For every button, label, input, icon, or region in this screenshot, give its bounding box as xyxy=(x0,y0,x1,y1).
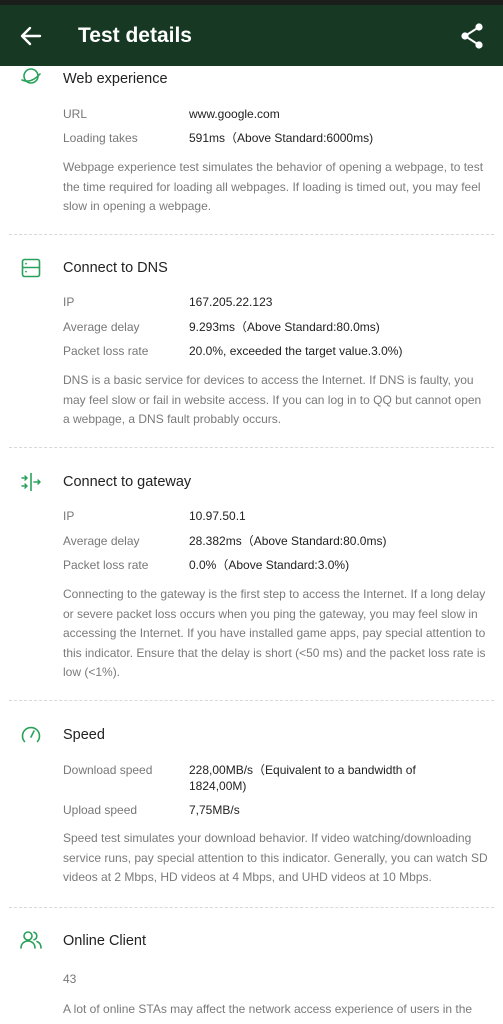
loading-value: 591ms（Above Standard:6000ms) xyxy=(189,131,374,145)
page-title: Test details xyxy=(78,24,192,47)
average-delay-label: Average delay xyxy=(63,534,140,548)
url-value: www.google.com xyxy=(189,107,280,121)
section-description: Speed test simulates your download behav… xyxy=(63,831,488,884)
packet-loss-value: 20.0%, exceeded the target value.3.0%) xyxy=(189,344,403,358)
share-icon[interactable] xyxy=(459,22,485,50)
section-title: Web experience xyxy=(63,71,168,87)
speedometer-icon xyxy=(21,726,41,743)
section-title: Connect to DNS xyxy=(63,260,168,276)
average-delay-value: 9.293ms（Above Standard:80.0ms) xyxy=(189,320,380,334)
ip-label: IP xyxy=(63,295,75,309)
details-list[interactable]: Web experience URL www.google.com Loadin… xyxy=(0,66,503,1024)
packet-loss-label: Packet loss rate xyxy=(63,344,149,358)
download-speed-value: 228,00MB/s（Equivalent to a bandwidth of … xyxy=(189,763,416,793)
ip-label: IP xyxy=(63,509,75,523)
server-icon xyxy=(21,258,41,278)
client-count: 43 xyxy=(63,972,77,986)
section-title: Online Client xyxy=(63,933,147,949)
divider xyxy=(9,907,494,908)
packet-loss-label: Packet loss rate xyxy=(63,558,149,572)
section-title: Speed xyxy=(63,727,105,743)
divider xyxy=(9,447,494,448)
ip-value: 10.97.50.1 xyxy=(189,509,246,523)
section-title: Connect to gateway xyxy=(63,474,192,490)
section-description: Connecting to the gateway is the first s… xyxy=(63,587,486,679)
average-delay-value: 28.382ms（Above Standard:80.0ms) xyxy=(189,534,387,548)
divider xyxy=(9,700,494,701)
section-description: DNS is a basic service for devices to ac… xyxy=(63,373,482,426)
upload-speed-value: 7,75MB/s xyxy=(189,803,240,817)
ip-value: 167.205.22.123 xyxy=(189,295,273,309)
packet-loss-value: 0.0%（Above Standard:3.0%) xyxy=(189,558,350,572)
gateway-icon xyxy=(21,473,41,491)
upload-speed-label: Upload speed xyxy=(63,803,138,817)
section-description: Webpage experience test simulates the be… xyxy=(63,160,484,213)
loading-label: Loading takes xyxy=(63,131,138,145)
url-label: URL xyxy=(63,107,88,121)
average-delay-label: Average delay xyxy=(63,320,140,334)
planet-icon xyxy=(21,68,41,84)
section-description: A lot of online STAs may affect the netw… xyxy=(63,1002,473,1016)
users-icon xyxy=(20,931,42,949)
divider xyxy=(9,234,494,235)
download-speed-label: Download speed xyxy=(63,763,153,777)
top-app-bar: Test details xyxy=(0,5,503,66)
arrow-left-icon[interactable] xyxy=(18,23,44,49)
